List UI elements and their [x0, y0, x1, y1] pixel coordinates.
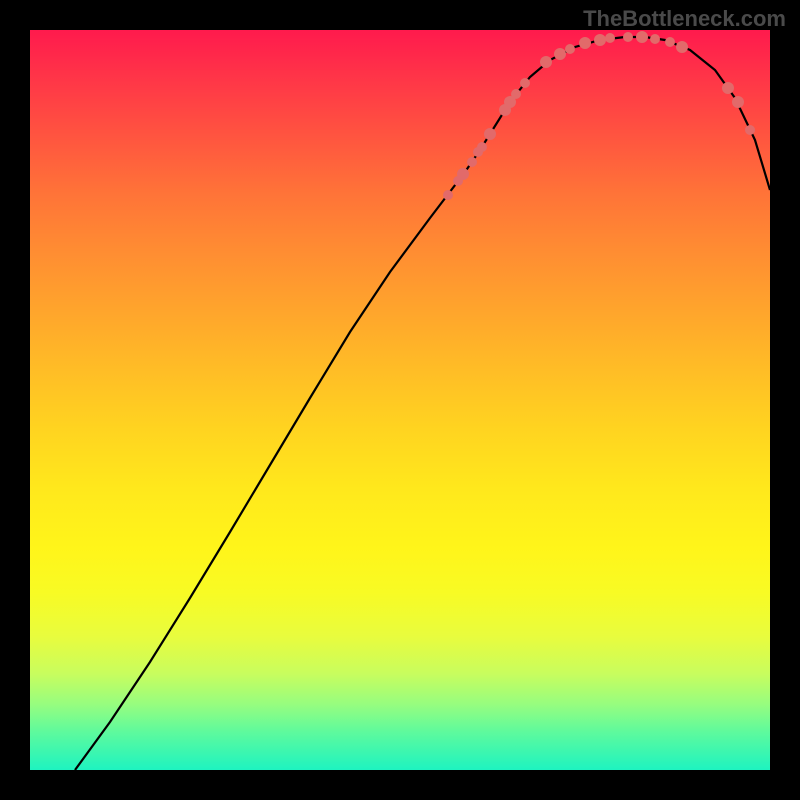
data-point: [443, 190, 453, 200]
data-point: [605, 33, 615, 43]
data-point: [594, 34, 606, 46]
data-point: [650, 34, 660, 44]
data-point: [579, 37, 591, 49]
data-point: [676, 41, 688, 53]
data-point: [511, 89, 521, 99]
data-point: [722, 82, 734, 94]
data-point: [477, 142, 487, 152]
data-point: [623, 32, 633, 42]
data-point: [484, 128, 496, 140]
data-point: [636, 31, 648, 43]
chart-plot-area: [30, 30, 770, 770]
data-point: [732, 96, 744, 108]
data-point: [540, 56, 552, 68]
data-point: [520, 78, 530, 88]
data-point: [665, 37, 675, 47]
data-point: [467, 157, 477, 167]
data-point: [565, 44, 575, 54]
watermark-text: TheBottleneck.com: [583, 6, 786, 32]
data-point: [554, 48, 566, 60]
scatter-markers: [443, 31, 755, 200]
chart-svg: [30, 30, 770, 770]
data-point: [745, 125, 755, 135]
data-point: [457, 168, 469, 180]
curve-line: [75, 37, 770, 770]
